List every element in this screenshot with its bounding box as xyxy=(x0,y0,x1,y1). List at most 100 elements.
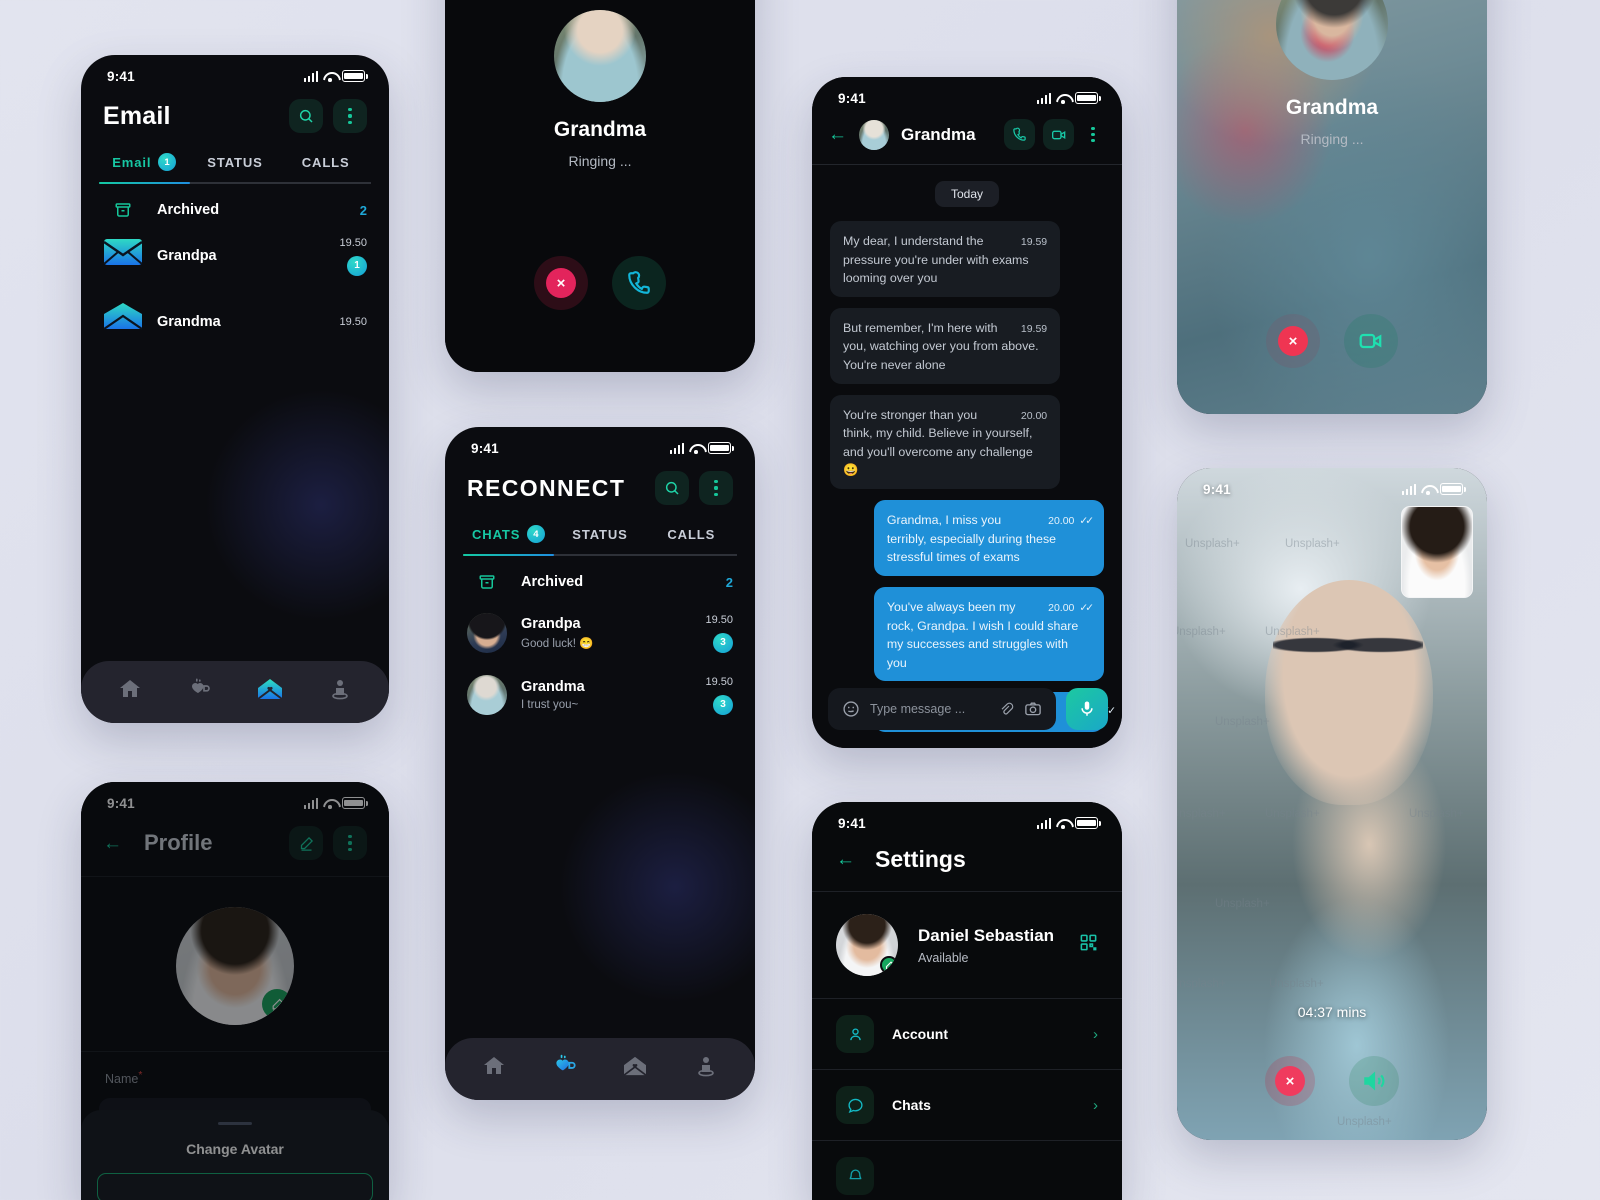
qr-code-button[interactable] xyxy=(1079,933,1098,957)
tab-status[interactable]: STATUS xyxy=(190,147,281,182)
status-time: 9:41 xyxy=(107,68,135,84)
call-icon xyxy=(628,271,650,294)
chevron-right-icon: › xyxy=(1093,1025,1098,1043)
message-text: But remember, I'm here with you, watchin… xyxy=(843,320,1039,373)
speaker-icon xyxy=(1364,1071,1385,1091)
mail-icon xyxy=(103,239,143,265)
kebab-icon xyxy=(1091,126,1095,143)
emoji-icon[interactable] xyxy=(842,700,860,718)
voice-call-button[interactable] xyxy=(1004,119,1035,150)
more-options-button[interactable] xyxy=(699,471,733,505)
signal-icon xyxy=(1036,817,1051,829)
nav-home-icon[interactable] xyxy=(115,674,145,704)
archived-row[interactable]: Archived 2 xyxy=(81,190,389,230)
watermark: Unsplash+ xyxy=(1177,626,1226,638)
microphone-icon xyxy=(1081,701,1093,716)
table-row[interactable]: Grandpa 19.50 1 xyxy=(81,230,389,280)
notification-icon xyxy=(836,1157,874,1195)
video-call-button[interactable] xyxy=(1043,119,1074,150)
status-bar: 9:41 xyxy=(81,55,389,89)
watermark: Unsplash+ xyxy=(1177,808,1226,820)
nav-chat-heart-icon[interactable] xyxy=(550,1051,580,1081)
page-title: RECONNECT xyxy=(467,474,626,501)
tab-calls[interactable]: CALLS xyxy=(280,147,371,182)
nav-home-icon[interactable] xyxy=(479,1051,509,1081)
profile-avatar-wrap xyxy=(81,877,389,1051)
message-text: Grandma, I miss you terribly, especially… xyxy=(886,513,1057,565)
search-button[interactable] xyxy=(655,471,689,505)
battery-icon xyxy=(1440,483,1466,495)
back-button[interactable]: ← xyxy=(103,834,122,853)
tab-badge: 1 xyxy=(158,153,177,171)
page-title: Settings xyxy=(875,846,966,872)
accept-call-button[interactable] xyxy=(612,256,666,310)
self-video-preview[interactable] xyxy=(1401,506,1473,598)
message-bubble[interactable]: 20.00 ✓✓ Grandma, I miss you terribly, es… xyxy=(873,500,1104,576)
sheet-action-button[interactable] xyxy=(97,1173,373,1200)
nav-chat-heart-icon[interactable] xyxy=(185,674,215,704)
message-bubble[interactable]: 20.00 ✓✓ You've always been my rock, Gran… xyxy=(873,586,1104,682)
attachment-icon[interactable] xyxy=(998,701,1014,717)
nav-person-icon[interactable] xyxy=(691,1051,721,1081)
more-options-button[interactable] xyxy=(333,826,367,860)
message-bubble[interactable]: 19.59 But remember, I'm here with you, w… xyxy=(830,307,1061,384)
settings-profile-row[interactable]: Daniel Sebastian Available xyxy=(812,892,1122,999)
wifi-icon xyxy=(1056,93,1070,104)
message-bubble[interactable]: 19.59 My dear, I understand the pressure… xyxy=(830,221,1061,297)
signal-icon xyxy=(1036,92,1051,104)
reconnect-screen: 9:41 RECONNECT CHATS 4 STATUS CALLS Arch… xyxy=(445,427,755,1100)
more-options-button[interactable] xyxy=(1082,119,1104,150)
archived-count: 2 xyxy=(725,574,733,590)
message-bubble[interactable]: 20.00 You're stronger than you think, my… xyxy=(830,394,1061,490)
nav-mail-heart-icon[interactable] xyxy=(255,674,285,704)
archived-label: Archived xyxy=(521,574,584,590)
nav-person-icon[interactable] xyxy=(325,674,355,704)
tab-calls[interactable]: CALLS xyxy=(646,519,737,554)
list-item[interactable]: Grandma I trust you~ 19.50 3 xyxy=(445,664,755,726)
battery-icon xyxy=(708,442,734,454)
table-row[interactable]: Grandma 19.50 xyxy=(81,280,389,353)
watermark: Unsplash+ xyxy=(1409,808,1464,820)
end-call-button[interactable]: × xyxy=(1265,1056,1315,1106)
avatar[interactable] xyxy=(859,119,889,150)
back-button[interactable]: ← xyxy=(836,850,855,869)
unread-badge: 3 xyxy=(713,632,733,653)
back-button[interactable]: ← xyxy=(828,125,847,144)
message-input[interactable]: Type message ... xyxy=(870,702,988,716)
video-call-screen: 9:41 Unsplash+ Unsplash+ Unsplash+ Unspl… xyxy=(1177,468,1487,1140)
tab-email[interactable]: Email 1 xyxy=(99,147,190,182)
avatar[interactable] xyxy=(836,914,898,976)
tab-chats[interactable]: CHATS 4 xyxy=(463,519,554,554)
status-time: 9:41 xyxy=(107,795,135,811)
close-icon: × xyxy=(1275,1066,1305,1096)
status-bar: 9:41 xyxy=(445,427,755,461)
message-time: 19.59 xyxy=(1020,236,1048,248)
edit-avatar-badge[interactable] xyxy=(262,989,292,1019)
voice-record-button[interactable] xyxy=(1066,688,1108,730)
more-options-button[interactable] xyxy=(333,99,367,133)
message-time: 20.00 xyxy=(1020,409,1048,422)
camera-icon[interactable] xyxy=(1024,700,1042,718)
tab-status[interactable]: STATUS xyxy=(554,519,645,554)
settings-item-partial[interactable] xyxy=(812,1141,1122,1200)
speaker-button[interactable] xyxy=(1349,1056,1399,1106)
sheet-grab-handle[interactable] xyxy=(218,1122,252,1125)
row-name: Grandma xyxy=(521,679,585,695)
edit-button[interactable] xyxy=(289,826,323,860)
settings-item-chats[interactable]: Chats › xyxy=(812,1070,1122,1141)
tab-label: CHATS xyxy=(472,526,521,542)
decline-call-button[interactable]: × xyxy=(534,256,588,310)
settings-item-account[interactable]: Account › xyxy=(812,999,1122,1070)
accept-video-call-button[interactable] xyxy=(1344,314,1398,368)
archived-row[interactable]: Archived 2 xyxy=(445,562,755,602)
video-call-controls: × xyxy=(1177,1056,1487,1106)
edit-avatar-badge[interactable] xyxy=(880,956,898,974)
avatar[interactable] xyxy=(176,907,294,1025)
pencil-icon xyxy=(272,998,283,1011)
nav-mail-heart-icon[interactable] xyxy=(620,1051,650,1081)
search-button[interactable] xyxy=(289,99,323,133)
list-item[interactable]: Grandpa Good luck! 😁 19.50 3 xyxy=(445,602,755,664)
call-icon xyxy=(1013,127,1026,141)
decline-call-button[interactable]: × xyxy=(1266,314,1320,368)
message-input-bar[interactable]: Type message ... xyxy=(828,688,1056,730)
